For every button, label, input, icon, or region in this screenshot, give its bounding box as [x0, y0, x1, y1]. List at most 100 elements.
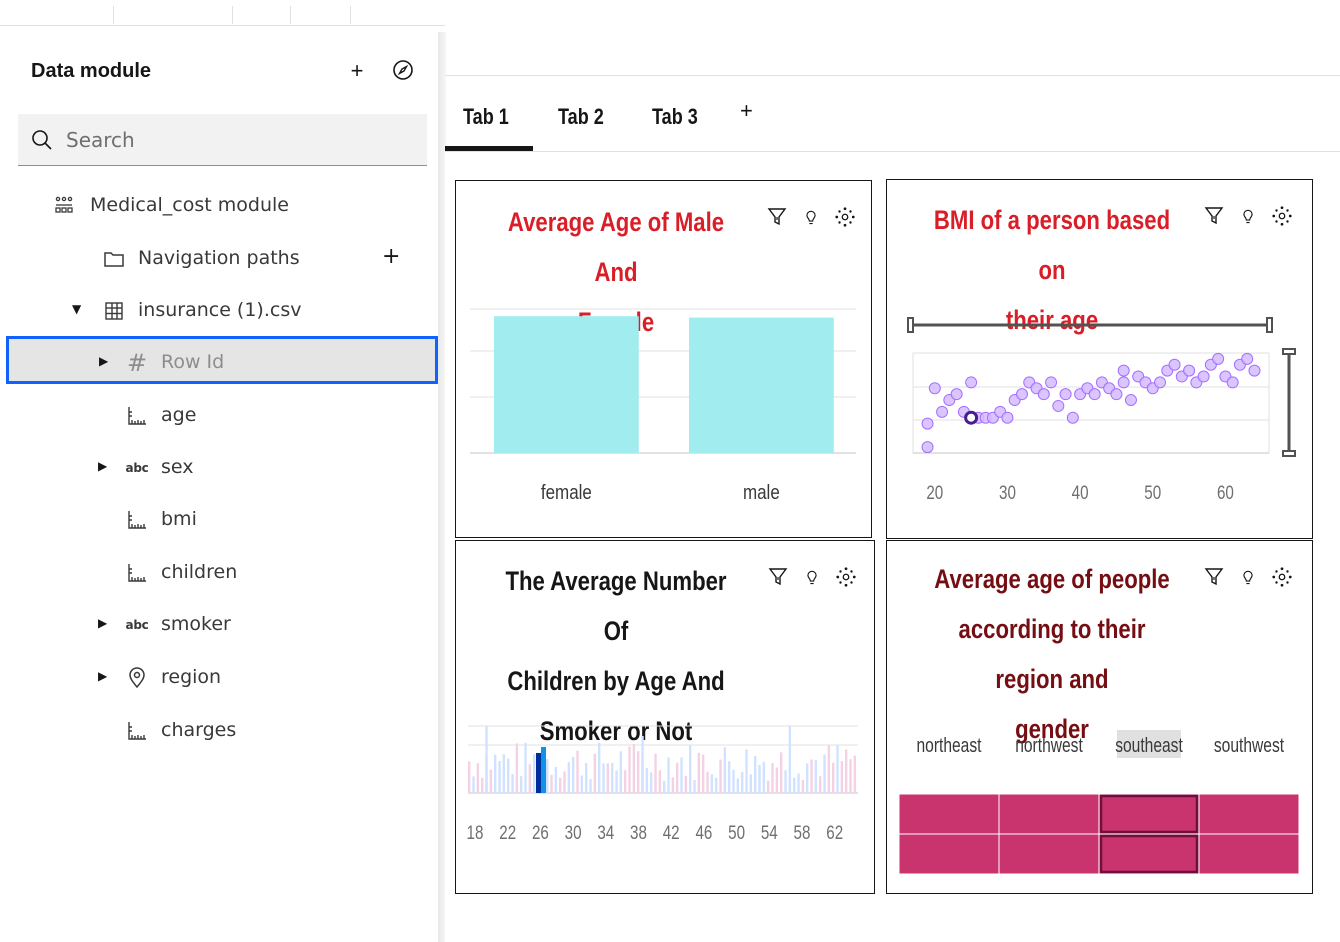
caret-right-icon[interactable]: ▶	[99, 354, 111, 368]
x-tick-label: 50	[1144, 481, 1161, 503]
category-label: male	[743, 481, 780, 504]
bar	[806, 763, 809, 793]
heatmap-cell	[998, 833, 1100, 875]
bar	[715, 777, 718, 793]
bar	[706, 771, 709, 793]
tab-2[interactable]: Tab 2	[558, 104, 604, 130]
tree-item-navigation-paths[interactable]: Navigation paths +	[0, 235, 440, 283]
tab-1[interactable]: Tab 1	[463, 104, 509, 130]
folder-icon	[104, 252, 124, 267]
caret-right-icon[interactable]: ▶	[98, 669, 110, 683]
scatter-point	[1117, 364, 1130, 377]
scatter-point	[1183, 364, 1196, 377]
bar	[615, 770, 618, 793]
lightbulb-icon[interactable]	[802, 205, 820, 229]
scatter-point	[1241, 352, 1254, 365]
panel-title: Data module	[31, 60, 152, 82]
scatter-point	[1059, 388, 1072, 401]
add-navigation-path-button[interactable]: +	[382, 244, 400, 269]
measure-icon	[128, 407, 146, 425]
lightbulb-icon[interactable]	[803, 565, 821, 589]
tree-item-region[interactable]: ▶ region	[0, 654, 440, 702]
region-label: northeast	[916, 734, 981, 756]
scatter-point	[1110, 388, 1123, 401]
x-tick-label: 42	[663, 821, 680, 843]
tree-item-label: Medical_cost module	[90, 194, 289, 216]
tab-3[interactable]: Tab 3	[652, 104, 698, 130]
scatter-point	[1212, 352, 1225, 365]
widget-toolbar	[1203, 204, 1293, 228]
settings-dots-icon[interactable]	[1271, 565, 1293, 589]
caret-right-icon[interactable]: ▶	[98, 459, 110, 473]
bar	[819, 776, 822, 793]
bar	[680, 757, 683, 793]
bar	[507, 758, 510, 793]
scatter-point	[1037, 388, 1050, 401]
region-label: southeast	[1115, 734, 1183, 756]
bar	[567, 762, 571, 793]
settings-dots-icon[interactable]	[1271, 204, 1293, 228]
tree-item-module[interactable]: Medical_cost module	[0, 182, 440, 230]
widget-average-age-by-gender[interactable]: Average Age of Male And Female femalemal…	[455, 180, 872, 538]
add-source-button[interactable]: +	[346, 58, 368, 84]
tree-item-bmi[interactable]: bmi	[0, 496, 440, 544]
bar	[641, 736, 644, 793]
filter-icon[interactable]	[1203, 565, 1225, 589]
tree-item-sex[interactable]: ▶ abc sex	[0, 444, 440, 492]
bar	[732, 769, 735, 793]
bar	[572, 756, 575, 793]
tree-item-row-id[interactable]: ▶ # Row Id	[6, 336, 438, 384]
compass-icon[interactable]	[392, 59, 414, 81]
bar	[472, 776, 475, 793]
settings-dots-icon[interactable]	[835, 565, 857, 589]
x-tick-label: 38	[630, 821, 647, 843]
bar	[771, 762, 774, 793]
heatmap-region-gender: northeast northwest southeast southwest	[898, 730, 1300, 875]
filter-icon[interactable]	[766, 205, 788, 229]
scatter-point	[1066, 411, 1079, 424]
bar	[663, 780, 666, 793]
filter-icon[interactable]	[767, 565, 789, 589]
caret-down-icon[interactable]: ▼	[72, 302, 84, 316]
bar	[845, 749, 848, 793]
heatmap-cell	[1198, 793, 1300, 835]
caret-right-icon[interactable]: ▶	[98, 616, 110, 630]
tree-item-label: bmi	[161, 508, 197, 530]
tree-item-smoker[interactable]: ▶ abc smoker	[0, 601, 440, 649]
widget-children-by-age-smoker[interactable]: The Average Number Of Children by Age An…	[455, 540, 875, 894]
bar	[758, 764, 761, 793]
settings-dots-icon[interactable]	[834, 205, 856, 229]
x-tick-label: 26	[532, 821, 549, 843]
title-line: Average Age of Male And	[507, 207, 725, 287]
scatter-point	[1045, 376, 1058, 389]
search-input[interactable]	[66, 124, 416, 156]
add-tab-button[interactable]: +	[740, 98, 753, 124]
heatmap-cell	[998, 793, 1100, 835]
bar	[671, 777, 675, 793]
lightbulb-icon[interactable]	[1239, 204, 1257, 228]
scatter-point	[921, 417, 934, 430]
lightbulb-icon[interactable]	[1239, 565, 1257, 589]
tree-item-label: smoker	[161, 613, 231, 635]
y-slider-handle-bottom	[1282, 450, 1296, 457]
x-tick-label: 40	[1072, 481, 1089, 503]
widget-age-by-region-gender[interactable]: Average age of people according to their…	[886, 540, 1313, 894]
bar	[702, 754, 705, 793]
search-field[interactable]	[18, 114, 427, 166]
tree-item-charges[interactable]: charges	[0, 707, 440, 755]
tree-item-children[interactable]: children	[0, 549, 440, 597]
widget-bmi-by-age[interactable]: BMI of a person based on their age 20 30 4…	[886, 179, 1313, 539]
abc-icon: abc	[125, 618, 149, 632]
app-window: Data module + Medical_cost module	[0, 0, 1340, 942]
bar	[576, 750, 579, 793]
title-line: Average age of people	[934, 564, 1170, 594]
filter-icon[interactable]	[1203, 204, 1225, 228]
tree-item-insurance-table[interactable]: ▼ insurance (1).csv	[0, 287, 440, 335]
bar	[827, 744, 831, 793]
tree-item-age[interactable]: age	[0, 392, 440, 440]
scatter-point	[1001, 411, 1014, 424]
bar	[836, 745, 839, 793]
x-tick-label: 62	[826, 821, 843, 843]
tree-item-label: sex	[161, 456, 194, 478]
bar	[801, 779, 805, 793]
